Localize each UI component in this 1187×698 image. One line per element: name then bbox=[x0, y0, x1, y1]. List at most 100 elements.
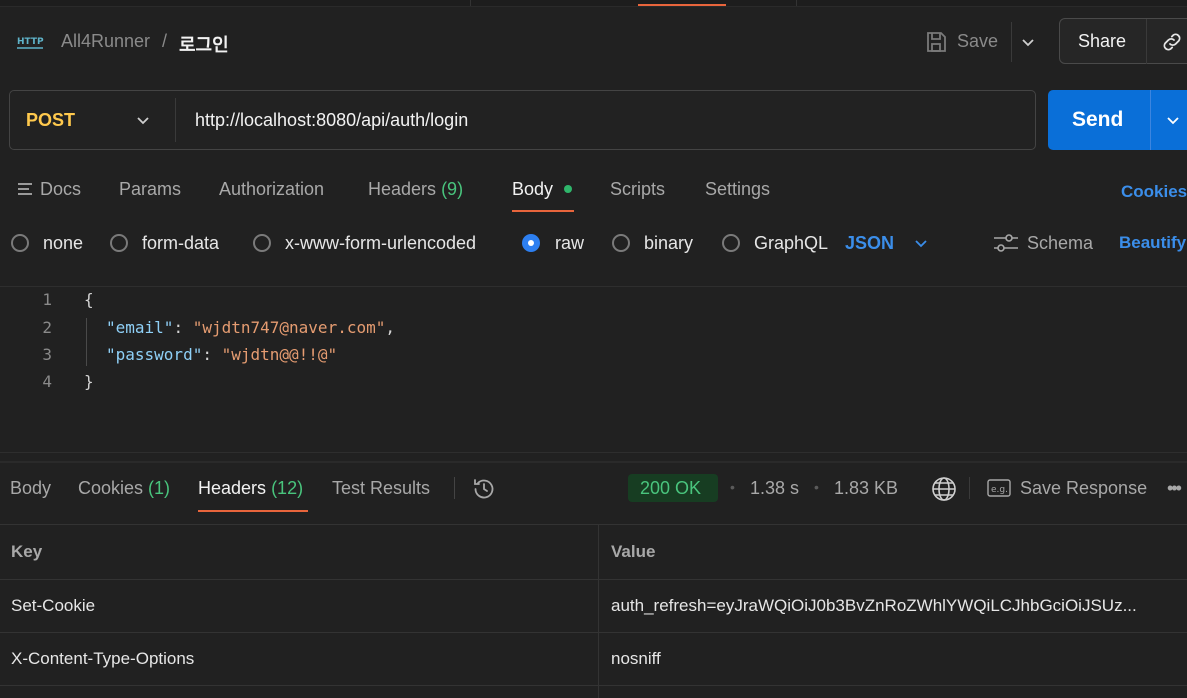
beautify-button[interactable]: Beautify bbox=[1119, 233, 1186, 253]
radio-raw[interactable] bbox=[522, 234, 540, 252]
schema-button[interactable]: Schema bbox=[1027, 233, 1093, 254]
breadcrumb-separator: / bbox=[162, 31, 168, 51]
response-tab-headers-count: (12) bbox=[271, 478, 304, 498]
method-select[interactable]: POST bbox=[26, 110, 75, 131]
save-options-chevron-icon[interactable] bbox=[1020, 34, 1036, 50]
pane-divider[interactable] bbox=[0, 452, 1187, 453]
radio-binary-label[interactable]: binary bbox=[644, 233, 693, 254]
docs-icon[interactable] bbox=[17, 181, 35, 197]
brace-open: { bbox=[84, 290, 94, 309]
table-cell-key[interactable]: Set-Cookie bbox=[11, 596, 95, 616]
line-number: 1 bbox=[42, 290, 52, 309]
example-icon[interactable]: e.g. bbox=[987, 479, 1011, 497]
divider bbox=[1146, 19, 1147, 64]
tab-docs[interactable]: Docs bbox=[40, 179, 81, 200]
save-icon[interactable] bbox=[924, 30, 948, 54]
json-key-email: "email" bbox=[106, 318, 174, 337]
chevron-down-icon[interactable] bbox=[135, 112, 151, 128]
tab-body[interactable]: Body bbox=[512, 179, 553, 200]
radio-urlencoded[interactable] bbox=[253, 234, 271, 252]
table-cell-key[interactable]: X-Content-Type-Options bbox=[11, 649, 194, 669]
tab-headers[interactable]: Headers (9) bbox=[368, 179, 463, 200]
status-code[interactable]: 200 OK bbox=[640, 478, 701, 499]
table-cell-value[interactable]: nosniff bbox=[611, 649, 661, 669]
response-tab-body[interactable]: Body bbox=[10, 478, 51, 499]
radio-raw-label[interactable]: raw bbox=[555, 233, 584, 254]
response-tab-headers-label: Headers bbox=[198, 478, 267, 498]
code-line-3[interactable]: "password": "wjdtn@@!!@" bbox=[106, 345, 337, 364]
code-line-2[interactable]: "email": "wjdtn747@naver.com", bbox=[106, 318, 395, 337]
tab-headers-label: Headers bbox=[368, 179, 437, 199]
line-number: 2 bbox=[42, 318, 52, 337]
svg-text:e.g.: e.g. bbox=[991, 485, 1008, 495]
radio-form-data[interactable] bbox=[110, 234, 128, 252]
tab-settings[interactable]: Settings bbox=[705, 179, 770, 200]
format-select[interactable]: JSON bbox=[845, 233, 894, 254]
line-number: 4 bbox=[42, 372, 52, 391]
response-tab-cookies[interactable]: Cookies (1) bbox=[78, 478, 170, 499]
send-button-label[interactable]: Send bbox=[1072, 108, 1123, 132]
json-value-email: "wjdtn747@naver.com" bbox=[192, 318, 386, 337]
radio-form-data-label[interactable]: form-data bbox=[142, 233, 219, 254]
column-header-value: Value bbox=[611, 542, 656, 561]
table-border bbox=[0, 524, 1187, 525]
pane-divider-shadow bbox=[0, 461, 1187, 463]
tab-separator bbox=[470, 0, 471, 6]
divider bbox=[1011, 22, 1012, 62]
active-tab-indicator bbox=[638, 4, 726, 6]
divider bbox=[454, 477, 455, 499]
radio-urlencoded-label[interactable]: x-www-form-urlencoded bbox=[285, 233, 476, 254]
json-value-password: "wjdtn@@!!@" bbox=[221, 345, 338, 364]
table-border bbox=[0, 579, 1187, 580]
send-options-chevron-icon[interactable] bbox=[1165, 112, 1181, 128]
active-tab-underline bbox=[512, 210, 574, 212]
indent-guide bbox=[86, 318, 87, 366]
cookies-link[interactable]: Cookies bbox=[1121, 182, 1187, 202]
json-key-password: "password" bbox=[106, 345, 203, 364]
colon: : bbox=[173, 318, 193, 337]
active-tab-underline bbox=[198, 510, 308, 512]
colon: : bbox=[202, 345, 222, 364]
line-number: 3 bbox=[42, 345, 52, 364]
radio-binary[interactable] bbox=[612, 234, 630, 252]
divider bbox=[969, 477, 970, 499]
request-name[interactable]: 로그인 bbox=[179, 31, 229, 57]
radio-none[interactable] bbox=[11, 234, 29, 252]
response-time[interactable]: 1.38 s bbox=[750, 478, 799, 499]
svg-text:HTTP: HTTP bbox=[17, 37, 44, 47]
schema-sliders-icon[interactable] bbox=[993, 233, 1019, 253]
history-icon[interactable] bbox=[472, 477, 496, 501]
breadcrumb-collection[interactable]: All4Runner bbox=[61, 31, 150, 52]
link-icon[interactable] bbox=[1160, 30, 1184, 54]
url-input[interactable]: http://localhost:8080/api/auth/login bbox=[195, 110, 468, 131]
tab-headers-count: (9) bbox=[441, 179, 464, 199]
comma: , bbox=[385, 318, 395, 337]
table-cell-value[interactable]: auth_refresh=eyJraWQiOiJ0b3BvZnRoZWhlYWQ… bbox=[611, 596, 1137, 616]
more-options-icon[interactable]: ••• bbox=[1167, 478, 1182, 499]
separator-dot: • bbox=[814, 479, 819, 495]
response-tab-test-results[interactable]: Test Results bbox=[332, 478, 430, 499]
save-button[interactable]: Save bbox=[957, 31, 998, 52]
body-modified-dot bbox=[564, 185, 572, 193]
divider bbox=[1150, 90, 1151, 150]
request-url-bar bbox=[9, 90, 1036, 150]
response-size[interactable]: 1.83 KB bbox=[834, 478, 898, 499]
column-header-key: Key bbox=[11, 542, 43, 561]
response-tab-cookies-label: Cookies bbox=[78, 478, 144, 498]
radio-none-label[interactable]: none bbox=[43, 233, 83, 254]
code-line-1[interactable]: { bbox=[84, 290, 94, 309]
response-tab-cookies-count: (1) bbox=[148, 478, 171, 498]
code-line-4[interactable]: } bbox=[84, 372, 94, 391]
table-border bbox=[0, 685, 1187, 686]
tab-scripts[interactable]: Scripts bbox=[610, 179, 665, 200]
response-tab-headers[interactable]: Headers (12) bbox=[198, 478, 303, 499]
save-response-button[interactable]: Save Response bbox=[1020, 478, 1147, 499]
tab-authorization[interactable]: Authorization bbox=[219, 179, 324, 200]
share-button-label[interactable]: Share bbox=[1078, 31, 1126, 52]
radio-graphql-label[interactable]: GraphQL bbox=[754, 233, 828, 254]
chevron-down-icon[interactable] bbox=[913, 235, 929, 251]
tab-params[interactable]: Params bbox=[119, 179, 181, 200]
divider bbox=[175, 98, 176, 142]
radio-graphql[interactable] bbox=[722, 234, 740, 252]
globe-icon[interactable] bbox=[931, 476, 957, 502]
